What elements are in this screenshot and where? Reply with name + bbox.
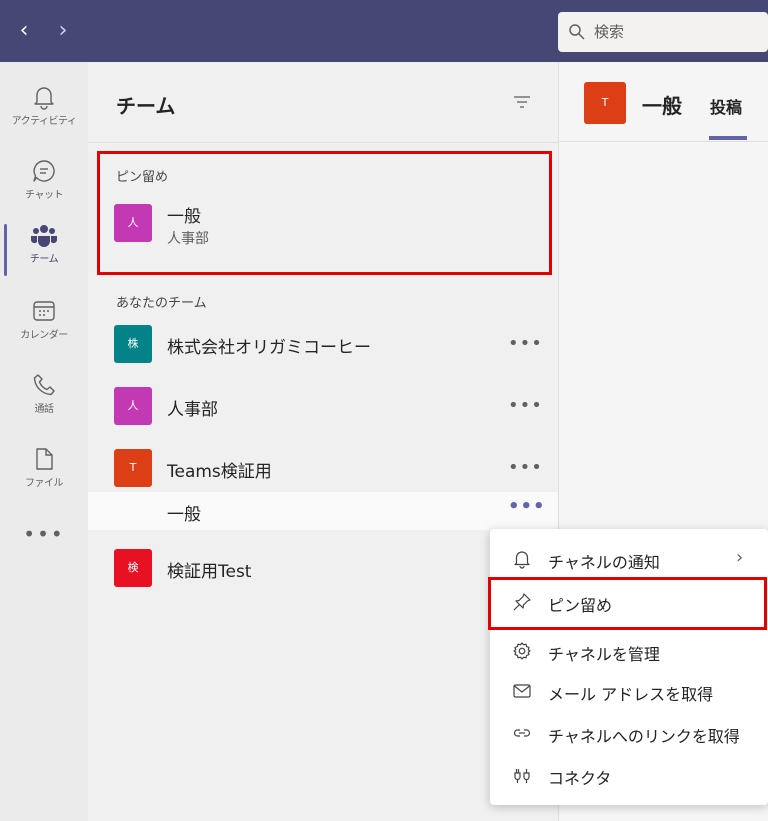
team-avatar: T: [114, 449, 152, 487]
team-name: 人事部: [167, 400, 218, 420]
menu-item-get-link[interactable]: チャネルへのリンクを取得: [490, 713, 768, 753]
active-tab-underline: [709, 136, 747, 140]
menu-label: チャネルの通知: [548, 553, 660, 572]
pin-icon: [513, 593, 531, 611]
panel-title: チーム: [116, 94, 176, 118]
menu-item-get-email[interactable]: メール アドレスを取得: [490, 671, 768, 711]
menu-label: チャネルを管理: [548, 645, 660, 664]
rail-label-activity: アクティビティ: [11, 116, 77, 127]
menu-item-manage-channel[interactable]: チャネルを管理: [490, 631, 768, 671]
back-button[interactable]: ‹: [12, 18, 36, 44]
your-teams-section-label: あなたのチーム: [116, 296, 207, 311]
phone-icon: [33, 374, 55, 396]
team-avatar: 人: [114, 387, 152, 425]
team-row[interactable]: 人 人事部 •••: [88, 378, 558, 434]
team-name: Teams検証用: [167, 462, 272, 482]
pinned-section-label: ピン留め: [116, 170, 169, 185]
team-more-button[interactable]: •••: [508, 395, 543, 416]
rail-item-calendar[interactable]: カレンダー: [0, 286, 88, 354]
forward-button[interactable]: ›: [51, 18, 75, 44]
menu-label: チャネルへのリンクを取得: [548, 727, 740, 746]
team-avatar: 人: [114, 204, 152, 242]
pinned-channel-name: 一般: [167, 207, 201, 227]
more-apps-button[interactable]: •••: [0, 522, 88, 546]
rail-label-files: ファイル: [25, 478, 64, 489]
divider: [88, 142, 558, 143]
channel-team-avatar: T: [584, 82, 626, 124]
channel-context-menu: チャネルの通知 › ピン留め チャネルを管理 メール アドレスを取得 チャネルへ…: [490, 529, 768, 805]
app-rail: アクティビティ チャット チーム カレンダー 通話 ファイル •••: [0, 62, 88, 821]
bell-icon: [34, 87, 54, 110]
team-avatar: 検: [114, 549, 152, 587]
search-box[interactable]: [558, 12, 768, 52]
menu-item-channel-notifications[interactable]: チャネルの通知 ›: [490, 539, 768, 579]
chat-icon: [33, 160, 55, 182]
search-icon: [569, 24, 585, 40]
rail-item-calls[interactable]: 通話: [0, 360, 88, 428]
rail-label-calls: 通話: [34, 404, 55, 415]
channel-name: 一般: [167, 505, 201, 525]
rail-item-files[interactable]: ファイル: [0, 434, 88, 502]
team-row[interactable]: 検 検証用Test: [88, 540, 558, 596]
rail-item-activity[interactable]: アクティビティ: [0, 72, 88, 140]
mail-icon: [513, 684, 531, 698]
bell-outline-icon: [514, 551, 530, 569]
menu-label: コネクタ: [548, 769, 612, 788]
calendar-icon: [33, 301, 55, 321]
channel-more-button[interactable]: •••: [508, 496, 546, 517]
team-name: 検証用Test: [167, 562, 252, 582]
teams-icon: [31, 225, 57, 247]
link-icon: [513, 729, 531, 737]
channel-title: 一般: [642, 94, 682, 118]
rail-item-chat[interactable]: チャット: [0, 146, 88, 214]
menu-label: ピン留め: [548, 596, 613, 615]
connector-icon: [514, 769, 530, 783]
team-more-button[interactable]: •••: [508, 333, 543, 354]
menu-item-connectors[interactable]: コネクタ: [490, 755, 768, 795]
rail-item-teams[interactable]: チーム: [0, 210, 88, 278]
rail-label-teams: チーム: [29, 254, 59, 265]
pinned-team-name: 人事部: [167, 231, 209, 247]
team-avatar: 株: [114, 325, 152, 363]
top-bar: ‹ ›: [0, 0, 768, 62]
team-more-button[interactable]: •••: [508, 457, 543, 478]
gear-icon: [513, 642, 531, 660]
team-name: 株式会社オリガミコーヒー: [167, 338, 371, 358]
menu-label: メール アドレスを取得: [548, 685, 714, 704]
file-icon: [36, 448, 53, 470]
teams-panel: チーム ピン留め 人 一般 人事部 あなたのチーム 株 株式会社オリガミコーヒー…: [88, 62, 558, 821]
search-input[interactable]: [594, 20, 754, 44]
tab-posts[interactable]: 投稿: [710, 94, 742, 118]
filter-icon[interactable]: [512, 92, 532, 112]
rail-label-chat: チャット: [25, 190, 63, 201]
chevron-right-icon: ›: [736, 547, 744, 568]
channel-header: T 一般 投稿: [559, 62, 768, 142]
pinned-channel-row[interactable]: 人 一般 人事部: [88, 194, 558, 250]
team-row[interactable]: 株 株式会社オリガミコーヒー •••: [88, 316, 558, 372]
channel-row-general[interactable]: 一般 •••: [88, 492, 558, 530]
active-indicator: [4, 224, 7, 276]
rail-label-calendar: カレンダー: [20, 330, 68, 341]
menu-item-pin[interactable]: ピン留め: [490, 582, 768, 622]
team-row[interactable]: T Teams検証用 •••: [88, 440, 558, 496]
